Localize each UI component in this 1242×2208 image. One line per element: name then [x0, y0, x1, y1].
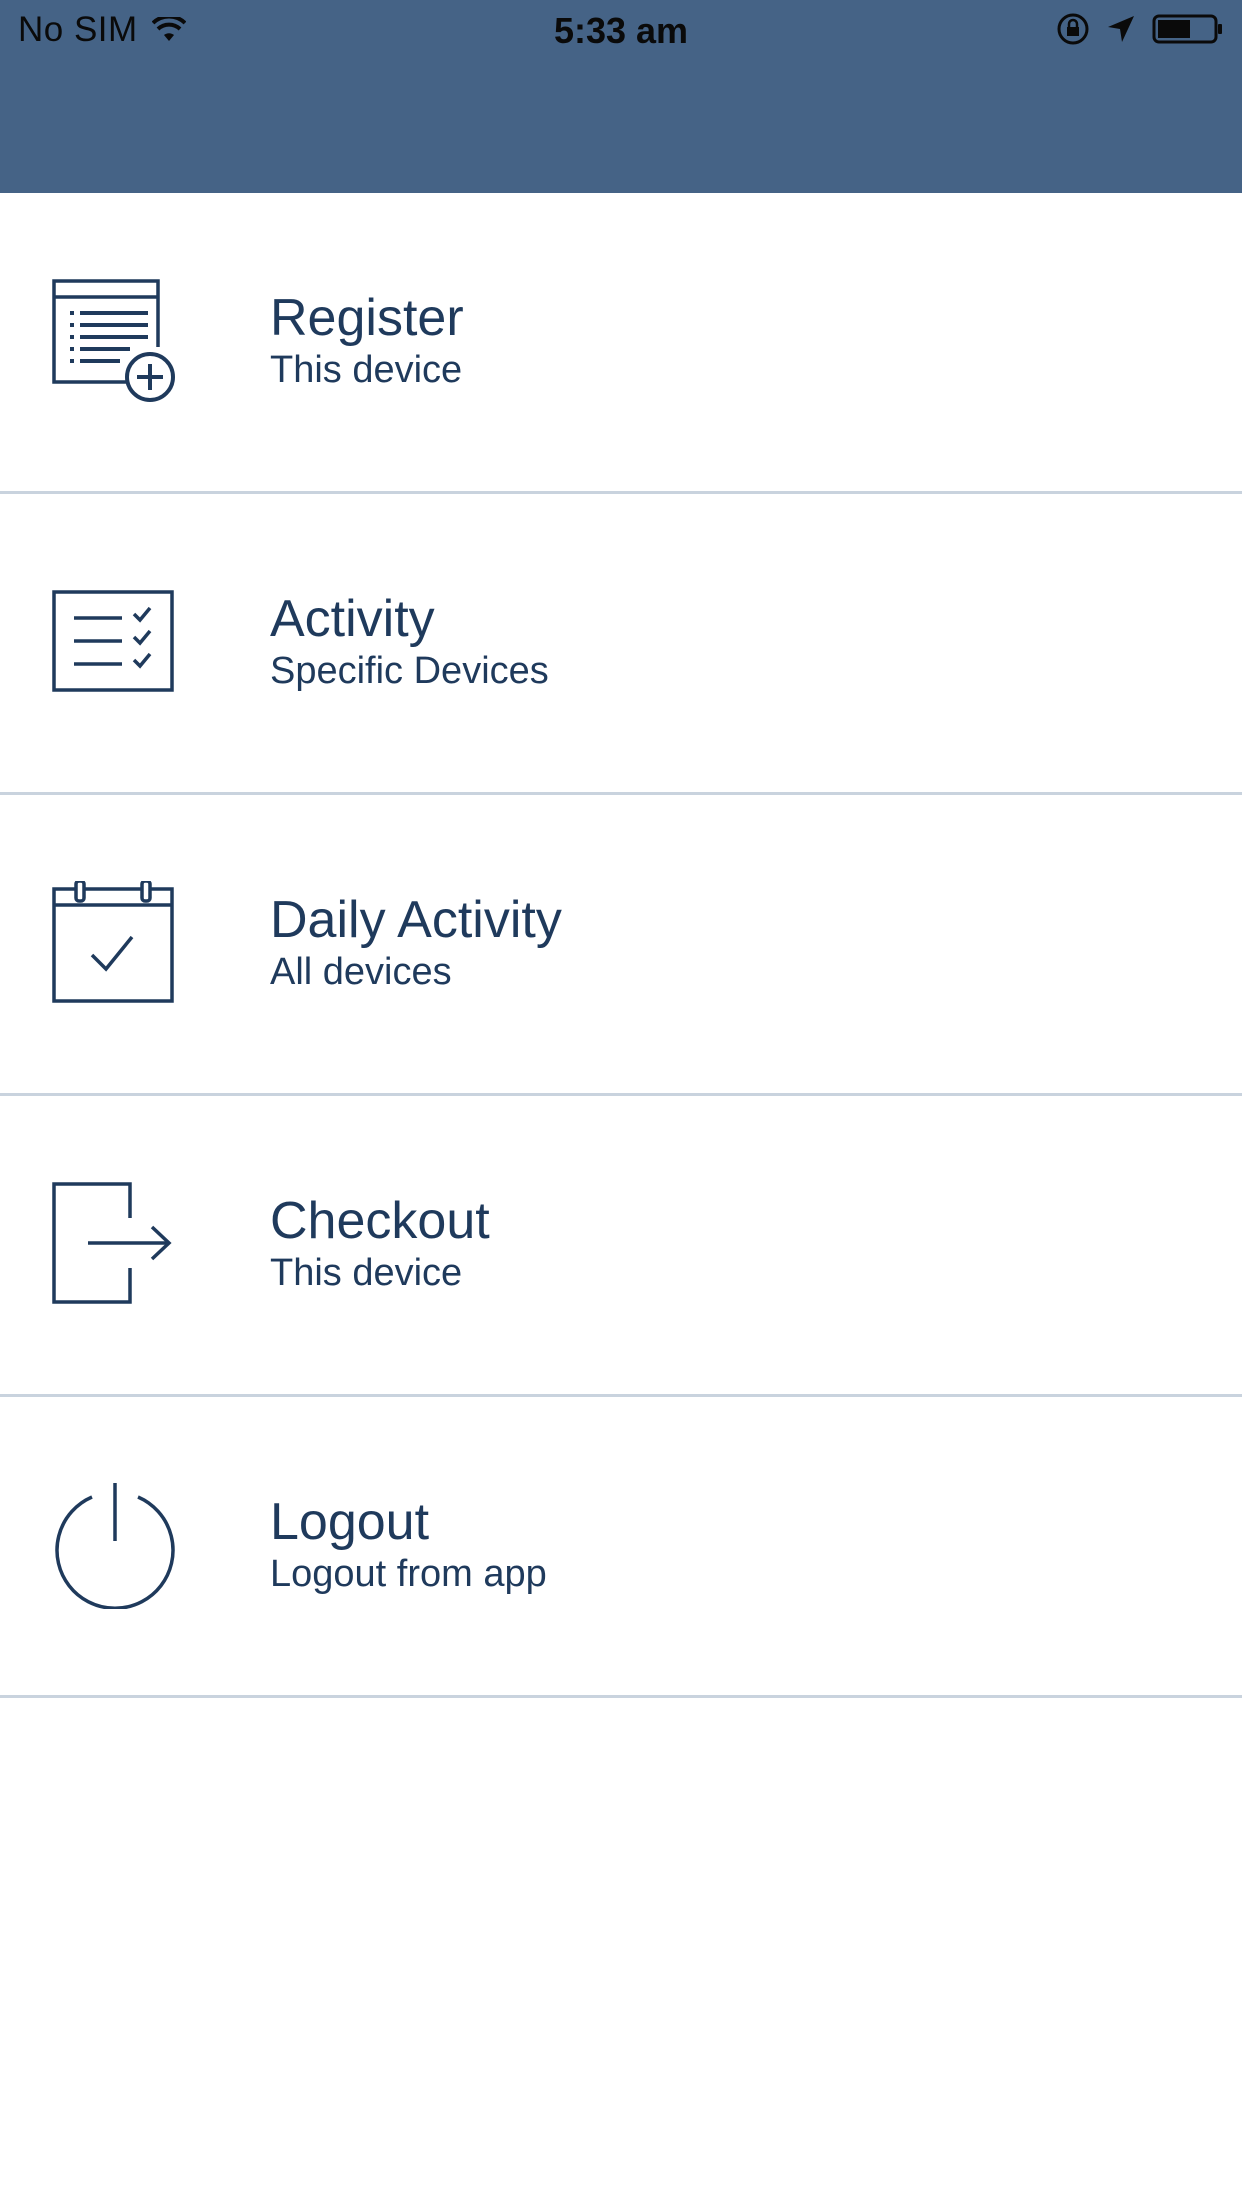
menu-item-daily-activity[interactable]: Daily Activity All devices [0, 795, 1242, 1096]
menu-title: Register [270, 289, 464, 347]
menu-item-logout[interactable]: Logout Logout from app [0, 1397, 1242, 1698]
menu-subtitle: This device [270, 349, 463, 391]
power-icon [55, 1483, 175, 1609]
status-bar: No SIM 5:33 am [0, 0, 1242, 62]
menu-title: Logout [270, 1493, 430, 1551]
status-right [1040, 12, 1224, 46]
menu-subtitle: Specific Devices [270, 650, 549, 692]
menu-item-checkout[interactable]: Checkout This device [0, 1096, 1242, 1397]
battery-icon [1152, 14, 1222, 44]
menu-item-register[interactable]: Register This device [0, 193, 1242, 494]
main-menu: Register This device Activity Specific D… [0, 193, 1242, 1698]
menu-text: Register This device [270, 289, 464, 393]
register-list-plus-icon [52, 279, 175, 402]
menu-subtitle: All devices [270, 951, 452, 993]
menu-item-activity[interactable]: Activity Specific Devices [0, 494, 1242, 795]
location-arrow-icon [1108, 16, 1134, 42]
menu-title: Checkout [270, 1192, 490, 1250]
menu-text: Activity Specific Devices [270, 590, 549, 694]
menu-title: Activity [270, 590, 435, 648]
calendar-check-icon [52, 881, 174, 1003]
menu-subtitle: This device [270, 1252, 463, 1294]
menu-title: Daily Activity [270, 891, 562, 949]
menu-text: Daily Activity All devices [270, 891, 562, 995]
rotation-lock-icon [1057, 13, 1089, 45]
checklist-icon [52, 590, 174, 692]
exit-arrow-icon [52, 1182, 172, 1304]
menu-text: Logout Logout from app [270, 1493, 547, 1597]
app-header: No SIM 5:33 am [0, 0, 1242, 193]
menu-text: Checkout This device [270, 1192, 490, 1296]
menu-subtitle: Logout from app [270, 1553, 547, 1595]
